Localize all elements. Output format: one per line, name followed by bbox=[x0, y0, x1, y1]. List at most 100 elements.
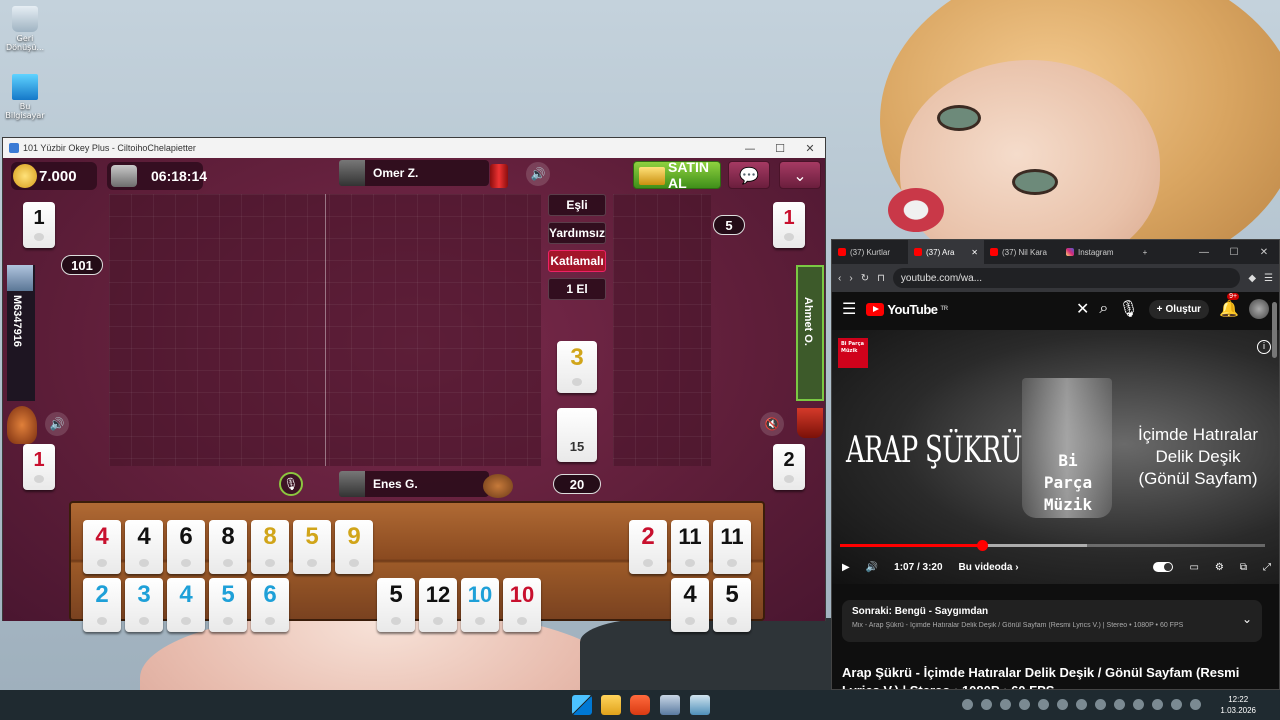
windows-start-icon[interactable] bbox=[572, 695, 592, 715]
chat-button[interactable]: 💬 bbox=[728, 161, 770, 189]
rack-tile[interactable]: 4 bbox=[671, 578, 709, 632]
tray-icon[interactable] bbox=[1133, 699, 1144, 710]
rack-tile[interactable]: 8 bbox=[209, 520, 247, 574]
autoplay-toggle[interactable] bbox=[1153, 562, 1174, 572]
bookmark-icon[interactable]: ⊓ bbox=[877, 273, 885, 284]
buy-button[interactable]: SATIN AL bbox=[633, 159, 721, 191]
tray-icon[interactable] bbox=[1000, 699, 1011, 710]
minimize-button[interactable]: — bbox=[735, 142, 765, 155]
up-next-card[interactable]: Sonraki: Bengü - Saygımdan Mix - Arap Şü… bbox=[842, 600, 1262, 642]
menu-button[interactable]: ⌄ bbox=[779, 161, 821, 189]
player-tag-right[interactable]: Ahmet O. bbox=[796, 265, 824, 401]
volume-icon[interactable]: 🔊 bbox=[866, 562, 878, 573]
tab-kurtlar[interactable]: (37) Kurtlar bbox=[832, 240, 908, 264]
url-input[interactable]: youtube.com/wa... bbox=[892, 268, 1241, 288]
discard-tile-top-right[interactable]: 1 bbox=[773, 202, 805, 248]
rack-tile[interactable]: 5 bbox=[293, 520, 331, 574]
notifications-bell-icon[interactable]: 🔔 9+ bbox=[1219, 293, 1240, 319]
chapter-button[interactable]: Bu videoda › bbox=[959, 562, 1019, 573]
speaker-icon[interactable]: 🔊 bbox=[45, 412, 69, 436]
settings-gear-icon[interactable]: ⚙ bbox=[1215, 562, 1224, 573]
tab-instagram[interactable]: Instagram bbox=[1060, 240, 1136, 264]
tray-icon[interactable] bbox=[1019, 699, 1030, 710]
tray-icon[interactable] bbox=[1095, 699, 1106, 710]
extensions-icon[interactable]: ☰ bbox=[1264, 273, 1273, 284]
subtitles-icon[interactable]: ▭ bbox=[1189, 562, 1198, 573]
rack-tile[interactable]: 5 bbox=[713, 578, 751, 632]
create-button[interactable]: + Oluştur bbox=[1148, 299, 1210, 319]
discard-tile-bottom-right[interactable]: 2 bbox=[773, 444, 805, 490]
microphone-icon[interactable]: 🎙 bbox=[1118, 299, 1138, 319]
reload-icon[interactable]: ↻ bbox=[861, 273, 869, 284]
search-icon[interactable]: ⌕ bbox=[1099, 300, 1108, 318]
game-titlebar[interactable]: 101 Yüzbir Okey Plus - CiltoihoChelapiet… bbox=[3, 138, 825, 158]
new-tab-icon[interactable]: + bbox=[1136, 248, 1154, 257]
maximize-button[interactable]: ☐ bbox=[1219, 247, 1249, 258]
close-button[interactable]: ✕ bbox=[1249, 247, 1279, 258]
brave-browser-icon[interactable] bbox=[630, 695, 650, 715]
rack-tile[interactable]: 9 bbox=[335, 520, 373, 574]
tray-icon[interactable] bbox=[1038, 699, 1049, 710]
tray-icon[interactable] bbox=[981, 699, 992, 710]
rack-tile[interactable]: 11 bbox=[713, 520, 751, 574]
fullscreen-icon[interactable]: ⤢ bbox=[1263, 562, 1271, 573]
rack-tile[interactable]: 4 bbox=[167, 578, 205, 632]
info-icon[interactable]: i bbox=[1257, 340, 1271, 354]
discard-tile-bottom-left[interactable]: 1 bbox=[23, 444, 55, 490]
rack-tile[interactable]: 10 bbox=[461, 578, 499, 632]
microphone-icon[interactable]: 🎙 bbox=[279, 472, 303, 496]
speaker-icon[interactable]: 🔊 bbox=[526, 162, 550, 186]
video-player[interactable]: Bi Parça Müzik i ARAP ŞÜKRÜ Bi Parça Müz… bbox=[832, 330, 1279, 584]
tab-nil-kara[interactable]: (37) Nil Kara bbox=[984, 240, 1060, 264]
chevron-down-icon[interactable]: ⌄ bbox=[1242, 612, 1252, 626]
close-tab-icon[interactable]: ✕ bbox=[971, 248, 978, 257]
player-tag-bottom[interactable]: Enes G. bbox=[339, 471, 489, 497]
rack-tile[interactable]: 6 bbox=[251, 578, 289, 632]
progress-bar[interactable] bbox=[840, 540, 1265, 551]
close-search-icon[interactable]: ✕ bbox=[1076, 299, 1089, 319]
close-button[interactable]: ✕ bbox=[795, 142, 825, 155]
rack-tile[interactable]: 2 bbox=[83, 578, 121, 632]
rack-tile[interactable]: 6 bbox=[167, 520, 205, 574]
rack-tile[interactable]: 12 bbox=[419, 578, 457, 632]
player-tag-left[interactable]: M6347916 bbox=[7, 265, 35, 401]
app-icon[interactable] bbox=[690, 695, 710, 715]
tray-icon[interactable] bbox=[1190, 699, 1201, 710]
youtube-logo[interactable]: YouTube TR bbox=[866, 302, 948, 317]
play-icon[interactable]: ▶ bbox=[842, 562, 850, 573]
desktop-icon-this-pc[interactable]: Bu Bilgisayar bbox=[0, 74, 50, 120]
tab-arap-sukru[interactable]: (37) Ara ✕ bbox=[908, 240, 984, 264]
rack-tile[interactable]: 11 bbox=[671, 520, 709, 574]
rack-tile[interactable]: 8 bbox=[251, 520, 289, 574]
player-tag-top[interactable]: Omer Z. bbox=[339, 160, 489, 186]
tray-icon[interactable] bbox=[962, 699, 973, 710]
rack-tile[interactable]: 4 bbox=[83, 520, 121, 574]
game-app-icon[interactable] bbox=[660, 695, 680, 715]
rack-tile[interactable]: 10 bbox=[503, 578, 541, 632]
miniplayer-icon[interactable]: ⧉ bbox=[1240, 562, 1247, 573]
avatar[interactable] bbox=[1249, 299, 1269, 319]
desktop-icon-recycle-bin[interactable]: Geri Dönüşü... bbox=[0, 6, 50, 52]
minimize-button[interactable]: — bbox=[1189, 247, 1219, 258]
file-explorer-icon[interactable] bbox=[601, 695, 621, 715]
forward-icon[interactable]: › bbox=[849, 273, 852, 284]
tray-icon[interactable] bbox=[1076, 699, 1087, 710]
rack-tile[interactable]: 5 bbox=[377, 578, 415, 632]
rack-tile[interactable]: 2 bbox=[629, 520, 667, 574]
draw-pile[interactable]: 15 bbox=[557, 408, 597, 462]
back-icon[interactable]: ‹ bbox=[838, 273, 841, 284]
speaker-muted-icon[interactable]: 🔇 bbox=[760, 412, 784, 436]
hamburger-icon[interactable]: ☰ bbox=[842, 299, 856, 319]
maximize-button[interactable]: ☐ bbox=[765, 142, 795, 155]
tray-icon[interactable] bbox=[1152, 699, 1163, 710]
rack-tile[interactable]: 5 bbox=[209, 578, 247, 632]
brave-shield-icon[interactable]: ◆ bbox=[1248, 273, 1256, 284]
tray-icon[interactable] bbox=[1114, 699, 1125, 710]
discard-tile-top-left[interactable]: 1 bbox=[23, 202, 55, 248]
tray-icon[interactable] bbox=[1171, 699, 1182, 710]
scrollbar[interactable] bbox=[1272, 302, 1277, 358]
rack-tile[interactable]: 4 bbox=[125, 520, 163, 574]
clock[interactable]: 12:22 1.03.2026 bbox=[1220, 694, 1256, 716]
tray-icon[interactable] bbox=[1057, 699, 1068, 710]
progress-scrubber[interactable] bbox=[977, 540, 989, 551]
